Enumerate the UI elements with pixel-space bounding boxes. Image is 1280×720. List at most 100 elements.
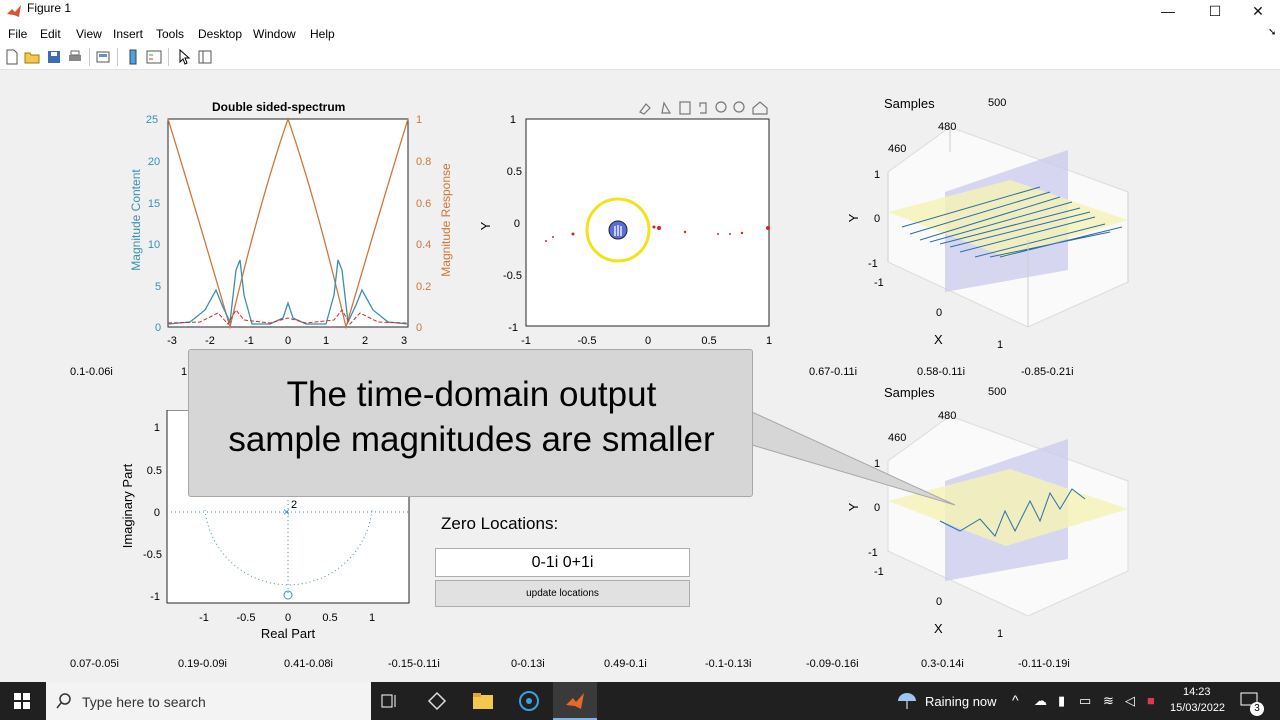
clock-date[interactable]: 15/03/2022 <box>1170 702 1225 714</box>
y-tick: -1 <box>150 591 160 603</box>
sample-value: 1 <box>181 366 188 378</box>
update-locations-button[interactable]: update locations <box>435 580 690 607</box>
y-tick: 1 <box>510 114 516 126</box>
y-left-tick: 5 <box>155 281 161 293</box>
minimize-button[interactable]: — <box>1145 0 1191 22</box>
matlab-icon <box>7 5 21 17</box>
window-title-bar: Figure 1 — ☐ ✕ <box>0 0 1280 22</box>
x-tick: 1 <box>997 339 1003 351</box>
x-tick: 1 <box>369 612 375 624</box>
y-right-tick: 0 <box>416 322 422 334</box>
security-icon[interactable]: ■ <box>1147 693 1155 708</box>
z-tick: 460 <box>888 143 906 155</box>
menu-view[interactable]: View <box>76 27 102 41</box>
y-tick: -1 <box>868 258 878 270</box>
app-icon[interactable] <box>427 691 447 711</box>
microphone-icon[interactable]: ▮ <box>1058 693 1065 709</box>
matlab-taskbar-button[interactable] <box>553 682 597 720</box>
x-tick: 2 <box>362 335 368 347</box>
scatter-plot[interactable]: 1 0.5 0 -0.5 -1 -1 -0.5 0 0.5 1 Y <box>470 110 780 350</box>
close-button[interactable]: ✕ <box>1235 0 1280 22</box>
x-tick: -1 <box>199 612 209 624</box>
pointer-icon[interactable] <box>176 49 192 65</box>
y-left-tick: 15 <box>148 198 160 210</box>
print-icon[interactable] <box>67 49 83 65</box>
x-tick: 1 <box>766 335 772 347</box>
z-label: Samples <box>884 96 935 111</box>
spectrum-plot[interactable]: 25 20 15 10 5 0 1 0.8 0.6 0.4 0.2 0 -3 -… <box>120 110 460 355</box>
y-tick: 0.5 <box>147 465 162 477</box>
x-tick: 1 <box>997 628 1003 640</box>
menu-edit[interactable]: Edit <box>40 27 61 41</box>
x-tick: 0.5 <box>322 612 337 624</box>
x-tick: -0.5 <box>578 335 597 347</box>
cloud-icon[interactable]: ☁ <box>1034 693 1047 709</box>
menu-tools[interactable]: Tools <box>156 27 184 41</box>
callout-line-1: The time-domain output <box>286 375 657 414</box>
sample-value: 0.3-0.14i <box>921 658 964 670</box>
y-right-label: Magnitude Response <box>439 163 453 277</box>
sample-value: -0.1-0.13i <box>705 658 752 670</box>
zero-locations-input[interactable]: 0-1i 0+1i <box>435 548 690 577</box>
y-left-tick: 25 <box>146 114 158 126</box>
windows-start-icon[interactable] <box>14 693 30 709</box>
file-explorer-icon[interactable] <box>472 691 494 711</box>
save-icon[interactable] <box>46 49 62 65</box>
clock-time[interactable]: 14:23 <box>1183 686 1211 698</box>
menu-desktop[interactable]: Desktop <box>198 27 242 41</box>
menu-file[interactable]: File <box>8 27 27 41</box>
sample-value: -0.09-0.16i <box>806 658 859 670</box>
menu-window[interactable]: Window <box>253 27 296 41</box>
sample-value: 0.41-0.08i <box>284 658 333 670</box>
taskbar-search[interactable]: Type here to search <box>46 682 371 720</box>
y-label: Imaginary Part <box>120 463 135 548</box>
open-file-icon[interactable] <box>24 49 40 65</box>
z-label: Samples <box>884 385 935 400</box>
plot3d-top[interactable]: Samples 500 480 460 1 0 -1 -1 0 1 Y X <box>840 92 1140 352</box>
weather-umbrella-icon <box>898 693 916 709</box>
menu-insert[interactable]: Insert <box>113 27 143 41</box>
y-right-tick: 0.4 <box>416 239 431 251</box>
wifi-icon[interactable]: ≋ <box>1103 693 1114 709</box>
y-tick: 1 <box>154 422 160 434</box>
battery-icon[interactable]: ▭ <box>1079 693 1091 709</box>
window-title: Figure 1 <box>27 1 72 15</box>
y-left-tick: 20 <box>148 156 160 168</box>
task-view-icon[interactable] <box>381 693 399 709</box>
y-tick: 0 <box>874 213 880 225</box>
notification-count: 3 <box>1250 702 1264 716</box>
zero-locations-label: Zero Locations: <box>441 514 559 533</box>
y-tick: 0 <box>514 218 520 230</box>
search-placeholder: Type here to search <box>82 694 206 710</box>
media-app-icon[interactable] <box>518 690 540 712</box>
weather-text[interactable]: Raining now <box>925 694 997 709</box>
legend-icon[interactable] <box>146 49 162 65</box>
sample-value: 0.49-0.1i <box>604 658 647 670</box>
menu-help[interactable]: Help <box>310 27 335 41</box>
maximize-button[interactable]: ☐ <box>1192 0 1238 22</box>
property-inspector-icon[interactable] <box>197 49 213 65</box>
x-label: Real Part <box>261 626 316 641</box>
colorbar-icon[interactable] <box>125 49 141 65</box>
z-tick: 500 <box>988 97 1006 109</box>
dock-arrow-icon[interactable]: ➘ <box>1268 27 1276 38</box>
y-right-tick: 0.2 <box>416 281 431 293</box>
x-tick: -1 <box>244 335 254 347</box>
x-tick: -3 <box>167 335 177 347</box>
x-tick: 0 <box>936 596 942 608</box>
new-figure-icon[interactable] <box>4 49 20 65</box>
link-plot-icon[interactable] <box>95 49 111 65</box>
sample-value: 0.07-0.05i <box>70 658 119 670</box>
x-tick: -1 <box>874 277 884 289</box>
chevron-up-icon[interactable]: ^ <box>1012 692 1019 708</box>
x-label: X <box>934 332 943 347</box>
x-tick: 3 <box>401 335 407 347</box>
y-left-label: Magnitude Content <box>129 169 143 271</box>
x-tick: 0 <box>936 307 942 319</box>
callout-annotation: The time-domain output sample magnitudes… <box>188 349 753 497</box>
y-tick: 1 <box>874 169 880 181</box>
volume-icon[interactable]: ◁ <box>1125 693 1135 709</box>
sample-value: -0.85-0.21i <box>1021 366 1074 378</box>
y-right-tick: 0.8 <box>416 156 431 168</box>
y-right-tick: 0.6 <box>416 198 431 210</box>
